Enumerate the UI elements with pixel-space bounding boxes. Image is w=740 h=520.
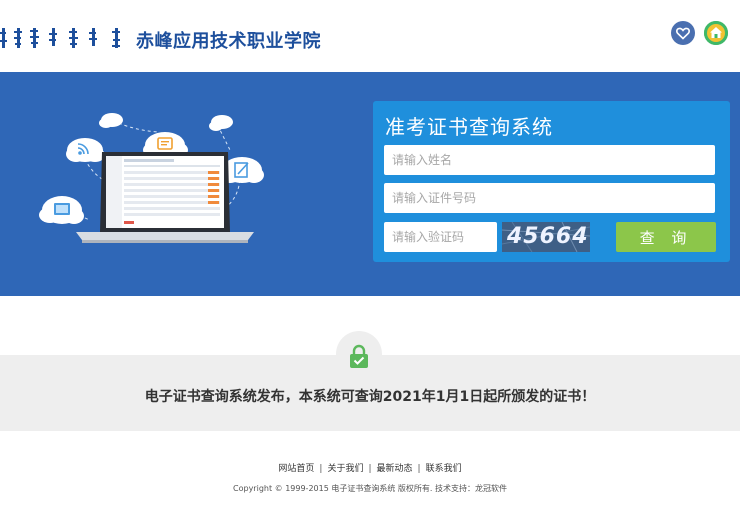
lock-icon [350,344,368,368]
footer-separator: | [319,464,323,474]
captcha-input[interactable] [384,222,497,252]
mongolian-script-logo [0,28,120,48]
site-header: 赤峰应用技术职业学院 [0,0,740,72]
footer-link-about[interactable]: 关于我们 [327,464,363,474]
footer-links: 网站首页 | 关于我们 | 最新动态 | 联系我们 [0,461,740,474]
heart-icon[interactable] [671,21,695,45]
hero-banner: 准考证书查询系统 45664 查 询 [0,72,740,296]
query-panel: 准考证书查询系统 45664 查 询 [373,101,730,262]
id-number-input[interactable] [384,183,715,213]
school-name: 赤峰应用技术职业学院 [136,31,321,52]
laptop-illustration [39,113,264,243]
copyright: Copyright © 1999-2015 电子证书查询系统 版权所有. 技术支… [233,484,507,493]
footer-link-news[interactable]: 最新动态 [377,464,413,474]
footer-separator: | [417,464,421,474]
footer-separator: | [368,464,372,474]
captcha-image[interactable]: 45664 [502,222,590,252]
footer-link-home[interactable]: 网站首页 [278,464,314,474]
home-icon[interactable] [704,21,728,45]
notice-text: 电子证书查询系统发布，本系统可查询2021年1月1日起所颁发的证书！ [144,389,596,405]
query-button[interactable]: 查 询 [616,222,716,252]
footer-link-contact[interactable]: 联系我们 [426,464,462,474]
panel-title: 准考证书查询系统 [385,115,553,139]
captcha-text: 45664 [507,224,589,249]
name-input[interactable] [384,145,715,175]
